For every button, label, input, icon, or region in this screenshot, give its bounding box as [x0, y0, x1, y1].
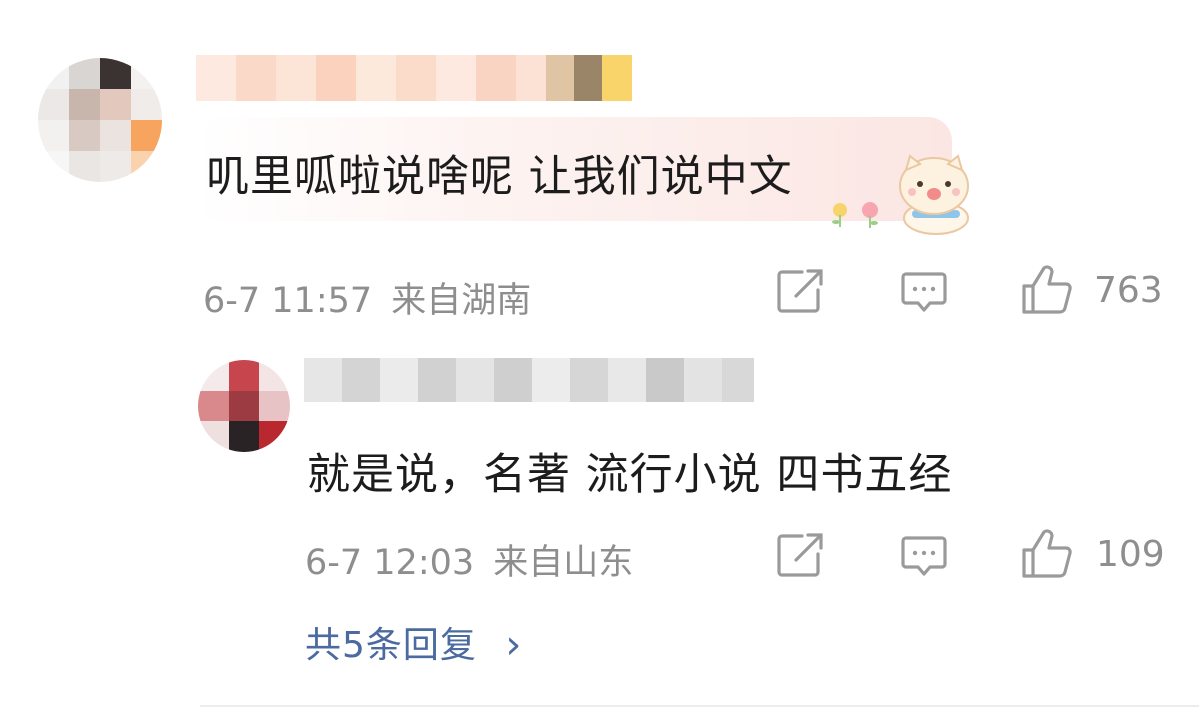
divider: [200, 705, 1199, 707]
share-icon: [777, 269, 823, 313]
chevron-right-icon: ›: [505, 622, 523, 668]
like-button[interactable]: 109: [1020, 528, 1180, 582]
like-count: 109: [1096, 534, 1165, 575]
comment-text: 就是说，名著 流行小说 四书五经: [307, 450, 953, 500]
comment-text: 叽里呱啦说啥呢 让我们说中文: [206, 152, 793, 202]
view-replies-label: 共5条回复: [305, 625, 477, 666]
reply-button[interactable]: [900, 534, 948, 578]
view-replies-link[interactable]: 共5条回复 ›: [305, 616, 522, 668]
share-button[interactable]: [776, 532, 824, 578]
avatar[interactable]: [198, 360, 290, 452]
comment-2: 就是说，名著 流行小说 四书五经 6-7 12:03 来自山东 109 共5条回…: [0, 330, 1199, 705]
share-button[interactable]: [776, 268, 824, 314]
thumbs-up-icon: [1022, 529, 1072, 578]
like-button[interactable]: 763: [1020, 264, 1180, 318]
avatar[interactable]: [38, 58, 162, 182]
reply-button[interactable]: [900, 270, 948, 314]
comment-1: 叽里呱啦说啥呢 让我们说中文 6-7 11:57 来自湖南 763: [0, 0, 1199, 330]
comment-meta: 6-7 12:03 来自山东: [305, 534, 633, 585]
like-count: 763: [1094, 270, 1163, 311]
comment-location: 来自山东: [493, 543, 634, 583]
comment-icon: [901, 536, 947, 576]
comment-time: 6-7 11:57: [203, 281, 373, 321]
comment-icon: [901, 272, 947, 312]
username[interactable]: [196, 55, 632, 101]
comment-time: 6-7 12:03: [305, 543, 475, 583]
share-icon: [777, 533, 823, 577]
cat-sticker-icon: [826, 152, 976, 236]
comment-location: 来自湖南: [391, 281, 532, 321]
username[interactable]: [304, 358, 754, 402]
thumbs-up-icon: [1022, 265, 1072, 314]
comment-meta: 6-7 11:57 来自湖南: [203, 272, 531, 323]
